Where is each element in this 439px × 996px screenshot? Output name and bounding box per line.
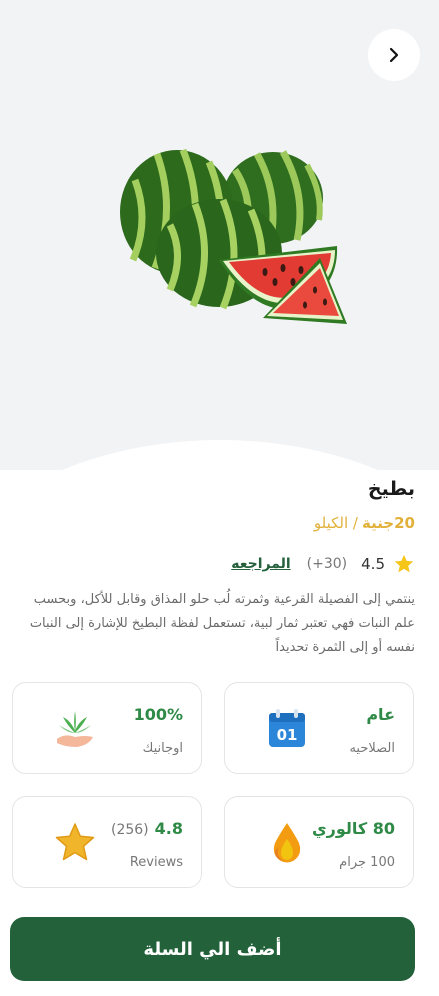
product-title: بطيخ xyxy=(367,478,415,500)
watermelon-image xyxy=(120,148,347,324)
star-icon xyxy=(394,554,414,573)
product-hero xyxy=(0,0,439,470)
rating-value: 4.5 xyxy=(361,555,385,573)
reviews-value: 4.8 xyxy=(154,819,183,838)
validity-label: الصلاحيه xyxy=(349,741,395,756)
calories-value: 80 كالوري xyxy=(311,819,395,838)
price-line: 20جنية / الكيلو xyxy=(314,514,415,532)
hero-curve xyxy=(0,440,439,470)
calendar-icon: 01 xyxy=(269,709,305,747)
validity-card: عام الصلاحيه 01 xyxy=(224,682,414,774)
chevron-right-icon xyxy=(389,47,399,63)
reviews-card: (256) 4.8 Reviews xyxy=(12,796,202,888)
organic-card: 100% اوجانيك xyxy=(12,682,202,774)
reviews-count: (256) xyxy=(111,822,149,838)
product-price: 20جنية xyxy=(361,514,415,532)
rating-row: 4.5 (+30) المراجعه xyxy=(231,552,415,576)
organic-label: اوجانيك xyxy=(142,741,183,756)
organic-value: 100% xyxy=(133,705,183,724)
calendar-day: 01 xyxy=(277,726,298,744)
flame-icon xyxy=(273,823,301,863)
add-to-cart-button[interactable]: أضف الي السلة xyxy=(10,917,415,981)
plant-hand-icon xyxy=(57,711,93,747)
reviews-label: Reviews xyxy=(129,855,183,870)
validity-value: عام xyxy=(366,705,395,724)
calories-card: 80 كالوري 100 جرام xyxy=(224,796,414,888)
rating-count: (+30) xyxy=(306,556,348,572)
calories-label: 100 جرام xyxy=(339,855,395,870)
reviews-value-row: (256) 4.8 xyxy=(111,819,183,838)
forward-button[interactable] xyxy=(368,29,420,81)
price-unit: / الكيلو xyxy=(313,514,358,532)
product-description: ينتمي إلى الفصيلة القرعية وثمرته لُب حلو… xyxy=(29,592,415,655)
star-icon xyxy=(55,823,95,861)
reviews-link[interactable]: المراجعه xyxy=(231,556,290,572)
